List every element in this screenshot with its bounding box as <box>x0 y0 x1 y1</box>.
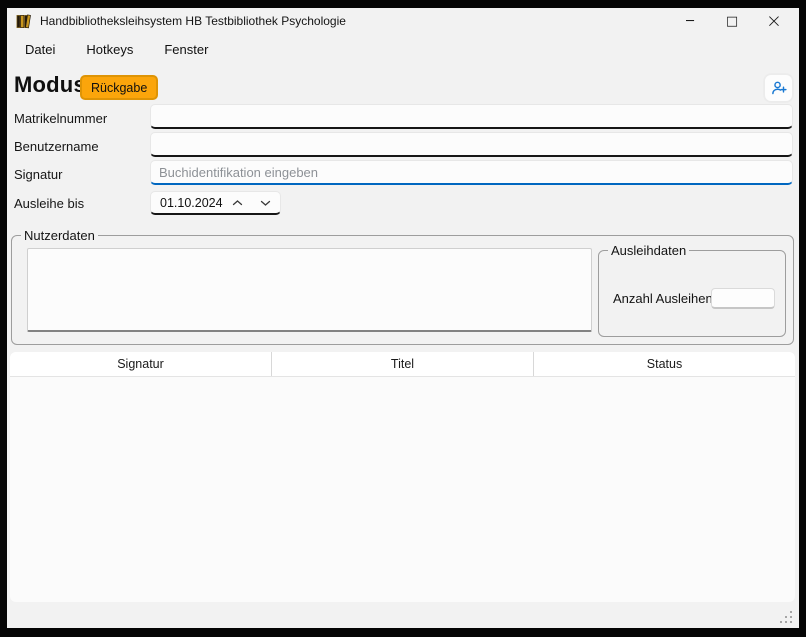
chevron-down-icon <box>260 199 271 207</box>
window-frame: Handbibliotheksleihsystem HB Testbibliot… <box>0 0 806 637</box>
benutzername-input[interactable] <box>150 132 793 157</box>
app-window: Handbibliotheksleihsystem HB Testbibliot… <box>7 8 799 628</box>
add-user-button[interactable] <box>764 74 793 102</box>
close-button[interactable]: × <box>753 9 795 34</box>
spin-down-button[interactable] <box>252 192 281 213</box>
signatur-input[interactable] <box>150 160 793 185</box>
ausleihe-bis-spinbox <box>150 191 281 215</box>
column-header-titel[interactable]: Titel <box>272 352 534 376</box>
nutzerdaten-title: Nutzerdaten <box>21 228 98 243</box>
chevron-up-icon <box>232 199 243 207</box>
column-header-status[interactable]: Status <box>534 352 795 376</box>
mode-badge-rueckgabe[interactable]: Rückgabe <box>80 75 158 100</box>
mode-heading: Modus <box>14 72 86 98</box>
nutzerdaten-groupbox: Nutzerdaten Ausleihdaten Anzahl Ausleihe… <box>11 235 794 345</box>
anzahl-ausleihen-label: Anzahl Ausleihen <box>613 291 713 306</box>
ausleihe-bis-date-input[interactable] <box>151 192 223 213</box>
nutzerdaten-textarea[interactable] <box>27 248 592 332</box>
resize-grip[interactable] <box>780 611 793 624</box>
ausleihe-bis-label: Ausleihe bis <box>14 196 84 211</box>
menu-item-datei[interactable]: Datei <box>18 39 62 60</box>
window-title: Handbibliotheksleihsystem HB Testbibliot… <box>40 14 346 28</box>
signatur-label: Signatur <box>14 167 62 182</box>
column-header-signatur[interactable]: Signatur <box>10 352 272 376</box>
title-bar: Handbibliotheksleihsystem HB Testbibliot… <box>7 8 799 34</box>
window-controls: ─ □ × <box>669 9 795 34</box>
results-table: Signatur Titel Status <box>10 352 795 602</box>
results-table-header: Signatur Titel Status <box>10 352 795 377</box>
ausleihdaten-groupbox: Ausleihdaten Anzahl Ausleihen <box>598 250 786 337</box>
spin-up-button[interactable] <box>223 192 252 213</box>
matrikelnummer-input[interactable] <box>150 104 793 129</box>
maximize-button[interactable]: □ <box>711 9 753 34</box>
anzahl-ausleihen-input[interactable] <box>711 288 775 309</box>
minimize-button[interactable]: ─ <box>669 9 711 34</box>
add-user-icon <box>770 79 788 97</box>
menu-item-hotkeys[interactable]: Hotkeys <box>79 39 140 60</box>
matrikelnummer-label: Matrikelnummer <box>14 111 107 126</box>
benutzername-label: Benutzername <box>14 139 99 154</box>
menu-bar: Datei Hotkeys Fenster <box>7 36 799 62</box>
books-icon <box>15 13 32 30</box>
results-table-body[interactable] <box>10 377 795 602</box>
menu-item-fenster[interactable]: Fenster <box>157 39 215 60</box>
ausleihdaten-title: Ausleihdaten <box>608 243 689 258</box>
